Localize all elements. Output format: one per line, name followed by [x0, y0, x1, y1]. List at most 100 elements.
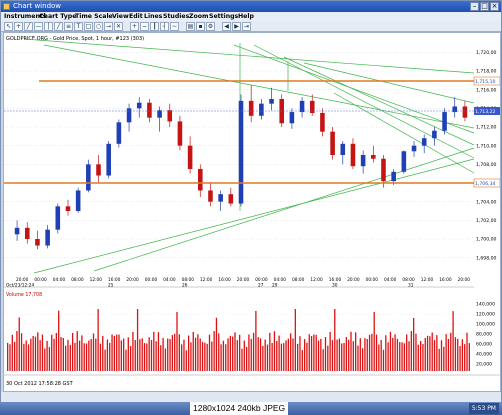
menu-view[interactable]: View — [112, 12, 129, 21]
minimize-icon[interactable]: – — [470, 2, 479, 11]
candle-body[interactable] — [157, 110, 162, 118]
menu-lines[interactable]: Lines — [144, 12, 162, 21]
close-icon[interactable]: × — [490, 2, 499, 11]
trend-line[interactable] — [33, 158, 475, 274]
volume-bar — [148, 337, 150, 371]
volume-bar — [364, 338, 366, 371]
fibonacci-tool-icon[interactable]: ≡ — [64, 22, 73, 31]
candle-body[interactable] — [401, 151, 407, 172]
scroll-right-icon[interactable]: ▶ — [232, 22, 241, 31]
bar-chart-icon[interactable]: ┤ — [160, 22, 169, 31]
menu-settings[interactable]: Settings — [209, 12, 238, 21]
line-tool-icon[interactable]: ╱ — [24, 22, 33, 31]
candle-body[interactable] — [238, 100, 244, 204]
candle-body[interactable] — [371, 155, 376, 159]
candle-body[interactable] — [55, 206, 61, 230]
eraser-tool-icon[interactable]: ✕ — [114, 22, 123, 31]
candle-body[interactable] — [228, 194, 234, 204]
volume-bar — [127, 337, 129, 371]
menu-time-scale[interactable]: Time Scale — [75, 12, 113, 21]
text-tool-icon[interactable]: T — [74, 22, 83, 31]
candle-body[interactable] — [330, 131, 335, 155]
volume-bar — [13, 341, 16, 371]
candle-body[interactable] — [462, 106, 468, 118]
volume-bar — [174, 333, 176, 371]
price-chart[interactable]: GOLDPRICE.ORG - Gold Price, Spot, 1 hour… — [3, 32, 501, 392]
candle-body[interactable] — [411, 145, 417, 152]
volume-bar — [424, 337, 426, 371]
trend-line[interactable] — [253, 44, 475, 159]
trend-line[interactable] — [23, 38, 475, 74]
candle-body[interactable] — [432, 130, 437, 139]
volume-bar — [232, 336, 234, 371]
candle-body[interactable] — [116, 122, 122, 144]
candle-body[interactable] — [147, 102, 152, 118]
candle-body[interactable] — [96, 164, 101, 176]
candle-body[interactable] — [259, 103, 264, 116]
horizontal-line-tool-icon[interactable]: — — [34, 22, 43, 31]
candle-body[interactable] — [14, 227, 20, 235]
candle-body[interactable] — [320, 113, 325, 132]
candle-body[interactable] — [391, 171, 396, 182]
cursor-tool-icon[interactable]: ↖ — [4, 22, 13, 31]
candle-body[interactable] — [86, 164, 91, 191]
candle-body[interactable] — [75, 190, 81, 211]
menu-studies[interactable]: Studies — [163, 12, 189, 21]
autoscroll-icon[interactable]: ⇥ — [242, 22, 251, 31]
menu-chart-type[interactable]: Chart Type — [39, 12, 76, 21]
candle-body[interactable] — [136, 102, 142, 109]
menu-edit[interactable]: Edit — [129, 12, 143, 21]
candle-body[interactable] — [35, 239, 40, 246]
zoom-in-icon[interactable]: + — [130, 22, 139, 31]
candle-body[interactable] — [289, 112, 295, 124]
candle-body[interactable] — [177, 121, 183, 146]
candle-body[interactable] — [381, 158, 386, 182]
vertical-line-tool-icon[interactable]: │ — [44, 22, 53, 31]
menu-zoom[interactable]: Zoom — [189, 12, 208, 21]
trend-line[interactable] — [303, 62, 475, 104]
volume-bar — [327, 345, 329, 371]
chart-canvas[interactable]: GOLDPRICE.ORG - Gold Price, Spot, 1 hour… — [4, 33, 500, 391]
menu-help[interactable]: Help — [238, 12, 254, 21]
candle-body[interactable] — [24, 227, 30, 239]
candle-body[interactable] — [167, 110, 173, 122]
volume-bar — [9, 344, 11, 371]
candle-body[interactable] — [299, 100, 305, 113]
candle-body[interactable] — [269, 99, 274, 104]
volume-bar — [88, 340, 90, 371]
save-icon[interactable]: ▪ — [196, 22, 205, 31]
trend-line[interactable] — [43, 44, 475, 129]
candle-body[interactable] — [360, 155, 366, 167]
candle-body[interactable] — [187, 145, 193, 169]
volume-bar — [459, 346, 461, 371]
volume-bar — [357, 345, 359, 371]
candle-body[interactable] — [248, 100, 254, 116]
candle-body[interactable] — [65, 206, 71, 211]
candle-body[interactable] — [442, 112, 447, 131]
arrow-tool-icon[interactable]: → — [104, 22, 113, 31]
line-chart-icon[interactable]: ∼ — [170, 22, 179, 31]
candle-chart-icon[interactable]: ┃ — [150, 22, 159, 31]
trend-line[interactable] — [93, 147, 475, 272]
print-icon[interactable]: ▤ — [186, 22, 195, 31]
scroll-left-icon[interactable]: ◀ — [222, 22, 231, 31]
trend-line[interactable] — [233, 44, 475, 134]
candle-body[interactable] — [340, 143, 346, 155]
candle-body[interactable] — [45, 229, 50, 246]
time-tick-label: 12:00 — [200, 277, 213, 283]
candle-body[interactable] — [126, 108, 132, 123]
ellipse-tool-icon[interactable]: ○ — [94, 22, 103, 31]
candle-body[interactable] — [421, 138, 427, 146]
rectangle-tool-icon[interactable]: □ — [84, 22, 93, 31]
maximize-icon[interactable]: □ — [480, 2, 489, 11]
zoom-out-icon[interactable]: − — [140, 22, 149, 31]
volume-bar — [308, 334, 310, 371]
candle-body[interactable] — [350, 143, 356, 167]
crosshair-tool-icon[interactable]: + — [14, 22, 23, 31]
settings-icon[interactable]: ⚙ — [206, 22, 215, 31]
candle-body[interactable] — [106, 143, 111, 176]
candle-body[interactable] — [208, 190, 213, 202]
candle-body[interactable] — [218, 194, 223, 202]
channel-tool-icon[interactable]: ╱ — [54, 22, 63, 31]
candle-body[interactable] — [197, 169, 203, 191]
